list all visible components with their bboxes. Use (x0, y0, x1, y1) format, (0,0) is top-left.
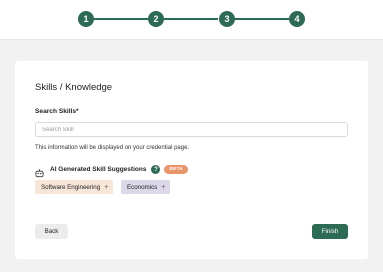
step-1[interactable]: 1 (78, 11, 94, 27)
step-connector-1-2 (93, 18, 148, 20)
step-4[interactable]: 4 (289, 11, 305, 27)
ai-suggestions-header: AI Generated Skill Suggestions ? BETA (35, 164, 188, 178)
step-connector-3-4 (234, 18, 289, 20)
finish-button[interactable]: Finish (312, 224, 348, 239)
search-skills-label: Search Skills* (35, 108, 79, 115)
step-3[interactable]: 3 (219, 11, 235, 27)
skills-card: Skills / Knowledge Search Skills* This i… (15, 61, 368, 259)
search-skill-input[interactable] (35, 122, 348, 137)
skill-chip-economics[interactable]: Economics + (121, 180, 170, 194)
chip-label: Economics (127, 183, 158, 191)
robot-icon (35, 165, 44, 178)
ai-suggestions-label: AI Generated Skill Suggestions (50, 166, 147, 173)
skill-chip-software-engineering[interactable]: Software Engineering + (35, 180, 113, 194)
page-title: Skills / Knowledge (35, 82, 113, 93)
step-connector-2-3 (164, 18, 218, 20)
helper-text: This information will be displayed on yo… (35, 145, 190, 151)
progress-stepper-bar: 1 2 3 4 (0, 0, 383, 40)
beta-badge: BETA (164, 165, 188, 174)
chip-label: Software Engineering (41, 183, 101, 191)
back-button[interactable]: Back (35, 224, 68, 239)
plus-icon: + (161, 183, 166, 191)
step-2[interactable]: 2 (148, 11, 164, 27)
help-icon[interactable]: ? (151, 165, 161, 174)
plus-icon: + (104, 183, 109, 191)
